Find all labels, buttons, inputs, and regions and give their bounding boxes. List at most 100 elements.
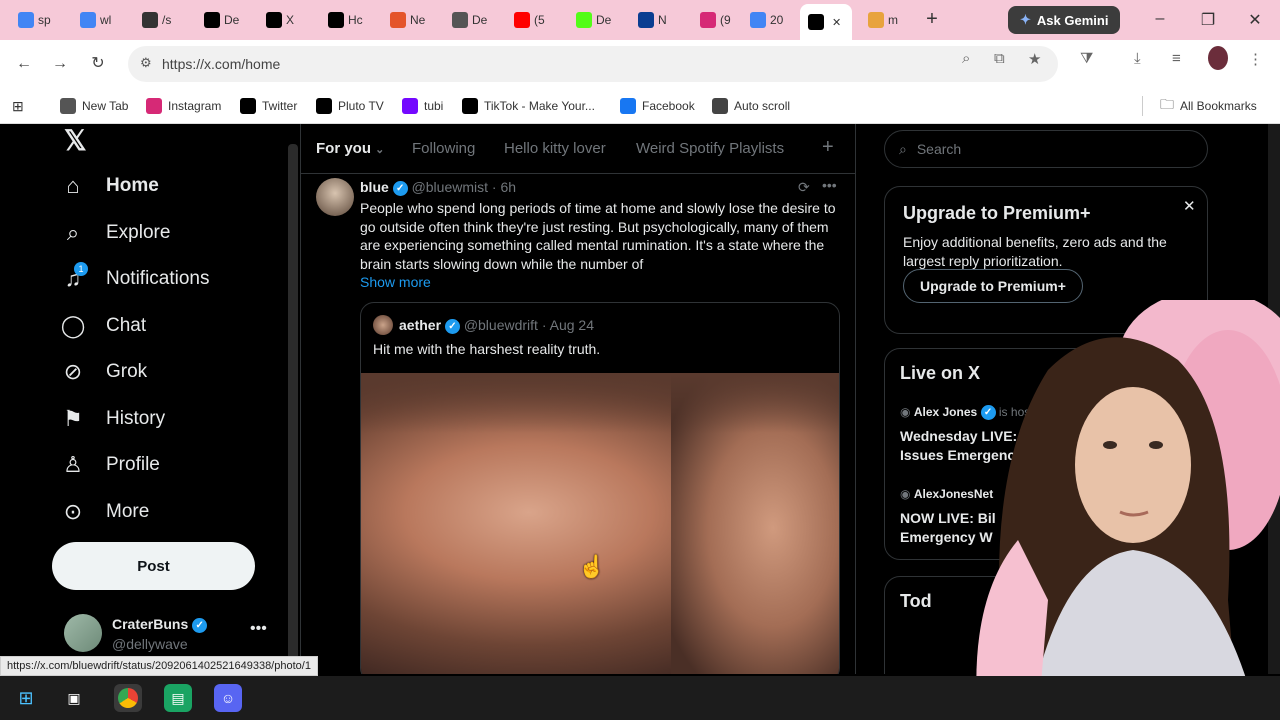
- home-icon: ⌂: [66, 173, 80, 198]
- upgrade-premium-button[interactable]: Upgrade to Premium+: [903, 269, 1083, 303]
- tab-label: wl: [100, 13, 112, 27]
- sidebar-item-label: History: [106, 407, 166, 429]
- bookmark-item[interactable]: Facebook: [620, 96, 695, 116]
- task-view-icon[interactable]: ▣: [60, 684, 88, 712]
- apps-grid-icon[interactable]: ⊞: [12, 96, 24, 116]
- x-logo-icon[interactable]: 𝕏: [64, 124, 87, 157]
- tweet-time[interactable]: · 6h: [492, 179, 516, 195]
- nasa-icon: [638, 12, 654, 28]
- tweet-avatar[interactable]: [316, 178, 354, 216]
- sidebar-item-home[interactable]: ⌂ Home: [60, 166, 159, 206]
- tab-for-you[interactable]: For you ⌄: [316, 140, 384, 157]
- bookmark-label: tubi: [424, 99, 444, 113]
- sidebar-item-notifications[interactable]: ♫ 1 Notifications: [60, 259, 210, 299]
- browser-tab[interactable]: N: [630, 6, 691, 34]
- browser-tab[interactable]: sp: [10, 6, 71, 34]
- extensions-icon[interactable]: ⧩: [1080, 50, 1093, 67]
- new-tab-button[interactable]: +: [920, 8, 944, 32]
- more-dots-icon[interactable]: •••: [250, 620, 267, 638]
- grok-analyze-icon[interactable]: ⟳: [798, 179, 810, 196]
- search-icon: ⌕: [899, 140, 907, 157]
- bookmark-item[interactable]: Pluto TV: [316, 96, 384, 116]
- tab-hello-kitty-lover[interactable]: Hello kitty lover: [504, 140, 606, 157]
- browser-tab[interactable]: ✕: [800, 4, 852, 40]
- discord-taskbar-icon[interactable]: ☺: [214, 684, 242, 712]
- sidebar-item-explore[interactable]: ⌕ Explore: [60, 213, 171, 253]
- sidebar-item-profile[interactable]: ♙ Profile: [60, 445, 160, 485]
- add-tab-icon[interactable]: +: [822, 136, 834, 159]
- tab-following[interactable]: Following: [412, 140, 475, 157]
- tweet-author-name[interactable]: blue: [360, 179, 389, 195]
- browser-tab[interactable]: Hc: [320, 6, 381, 34]
- bookmark-item[interactable]: TikTok - Make Your...: [462, 96, 595, 116]
- browser-tab[interactable]: De: [196, 6, 257, 34]
- close-icon[interactable]: ✕: [1183, 197, 1196, 215]
- tweet-author-handle[interactable]: @bluewmist: [412, 179, 488, 195]
- browser-tab[interactable]: 20: [742, 6, 803, 34]
- tab-close-icon[interactable]: ✕: [832, 16, 841, 29]
- avatar: [64, 614, 102, 652]
- sidebar-item-label: Grok: [106, 361, 148, 382]
- forward-icon[interactable]: →: [48, 52, 72, 76]
- quote-photo[interactable]: [361, 373, 839, 674]
- photo-hair-shadow: [361, 373, 839, 433]
- restore-icon[interactable]: ❐: [1198, 10, 1218, 30]
- browser-tab[interactable]: Ne: [382, 6, 443, 34]
- star-bookmark-icon[interactable]: ★: [1028, 50, 1041, 68]
- tab-label: sp: [38, 13, 51, 27]
- sidebar-item-label: Home: [106, 175, 159, 196]
- address-bar[interactable]: ⚙ https://x.com/home: [128, 46, 1058, 82]
- bookmark-item[interactable]: New Tab: [60, 96, 128, 116]
- sidebar-item-chat[interactable]: ◯ Chat: [60, 306, 146, 346]
- bookmark-item[interactable]: tubi: [402, 96, 443, 116]
- post-button[interactable]: Post: [52, 542, 255, 590]
- sidebar-scrollbar[interactable]: [288, 144, 298, 674]
- more-circle-icon: ⊙: [63, 498, 83, 524]
- bookmark-item[interactable]: Twitter: [240, 96, 297, 116]
- tweet-more-icon[interactable]: •••: [822, 177, 837, 193]
- bookmark-item[interactable]: Auto scroll: [712, 96, 790, 116]
- windows-start-icon[interactable]: ⊞: [12, 684, 40, 712]
- browser-tab[interactable]: De: [568, 6, 629, 34]
- account-switcher[interactable]: CraterBuns ✓ @dellywave •••: [64, 614, 274, 658]
- bell-icon: ♫ 1: [60, 262, 88, 292]
- profile-avatar-icon[interactable]: [1208, 46, 1228, 70]
- sidebar-item-more[interactable]: ⊙ More: [60, 492, 150, 532]
- browser-tab[interactable]: (5: [506, 6, 567, 34]
- instagram-icon: [700, 12, 716, 28]
- obs-taskbar-icon[interactable]: ▤: [164, 684, 192, 712]
- browser-tab[interactable]: wl: [72, 6, 133, 34]
- browser-tab[interactable]: m: [860, 6, 921, 34]
- all-bookmarks-button[interactable]: 🗀 All Bookmarks: [1160, 96, 1257, 116]
- download-icon[interactable]: ⤓: [1134, 50, 1141, 67]
- tab-label: De: [596, 13, 612, 27]
- sidebar-item-history[interactable]: ⚑ History: [60, 399, 165, 439]
- chrome-taskbar-icon[interactable]: [114, 684, 142, 712]
- site-info-icon[interactable]: ⚙: [140, 55, 152, 71]
- sidebar-item-grok[interactable]: ⊘ Grok: [60, 352, 147, 392]
- account-handle: @dellywave: [112, 636, 188, 652]
- x-icon: [328, 12, 344, 28]
- ask-gemini-label: Ask Gemini: [1036, 12, 1109, 28]
- minimize-icon[interactable]: –: [1150, 10, 1170, 28]
- reload-icon[interactable]: ↻: [86, 52, 110, 76]
- tiktok-icon: [462, 98, 478, 114]
- chrome-menu-icon[interactable]: ⋮: [1248, 50, 1263, 68]
- browser-tab[interactable]: De: [444, 6, 505, 34]
- sidebar-item-label: Chat: [106, 314, 147, 336]
- quoted-tweet[interactable]: aether ✓ @bluewdrift · Aug 24 Hit me wit…: [360, 302, 840, 674]
- show-more-link[interactable]: Show more: [360, 274, 431, 290]
- tab-weird-spotify-playlists[interactable]: Weird Spotify Playlists: [636, 140, 784, 157]
- bookmark-item[interactable]: Instagram: [146, 96, 221, 116]
- install-app-icon[interactable]: ⧉: [994, 50, 1005, 67]
- back-icon[interactable]: ←: [12, 52, 36, 76]
- window-close-icon[interactable]: ✕: [1245, 10, 1265, 30]
- tweet[interactable]: blue ✓ @bluewmist · 6h ⟳ ••• People who …: [300, 174, 855, 674]
- browser-tab[interactable]: X: [258, 6, 319, 34]
- browser-tab[interactable]: /s: [134, 6, 195, 34]
- search-input[interactable]: ⌕ Search: [884, 130, 1208, 168]
- google-icon: [750, 12, 766, 28]
- zoom-icon[interactable]: ⌕: [962, 50, 970, 67]
- ask-gemini-button[interactable]: ✦ Ask Gemini: [1008, 6, 1121, 34]
- media-controls-icon[interactable]: ≡: [1172, 50, 1181, 67]
